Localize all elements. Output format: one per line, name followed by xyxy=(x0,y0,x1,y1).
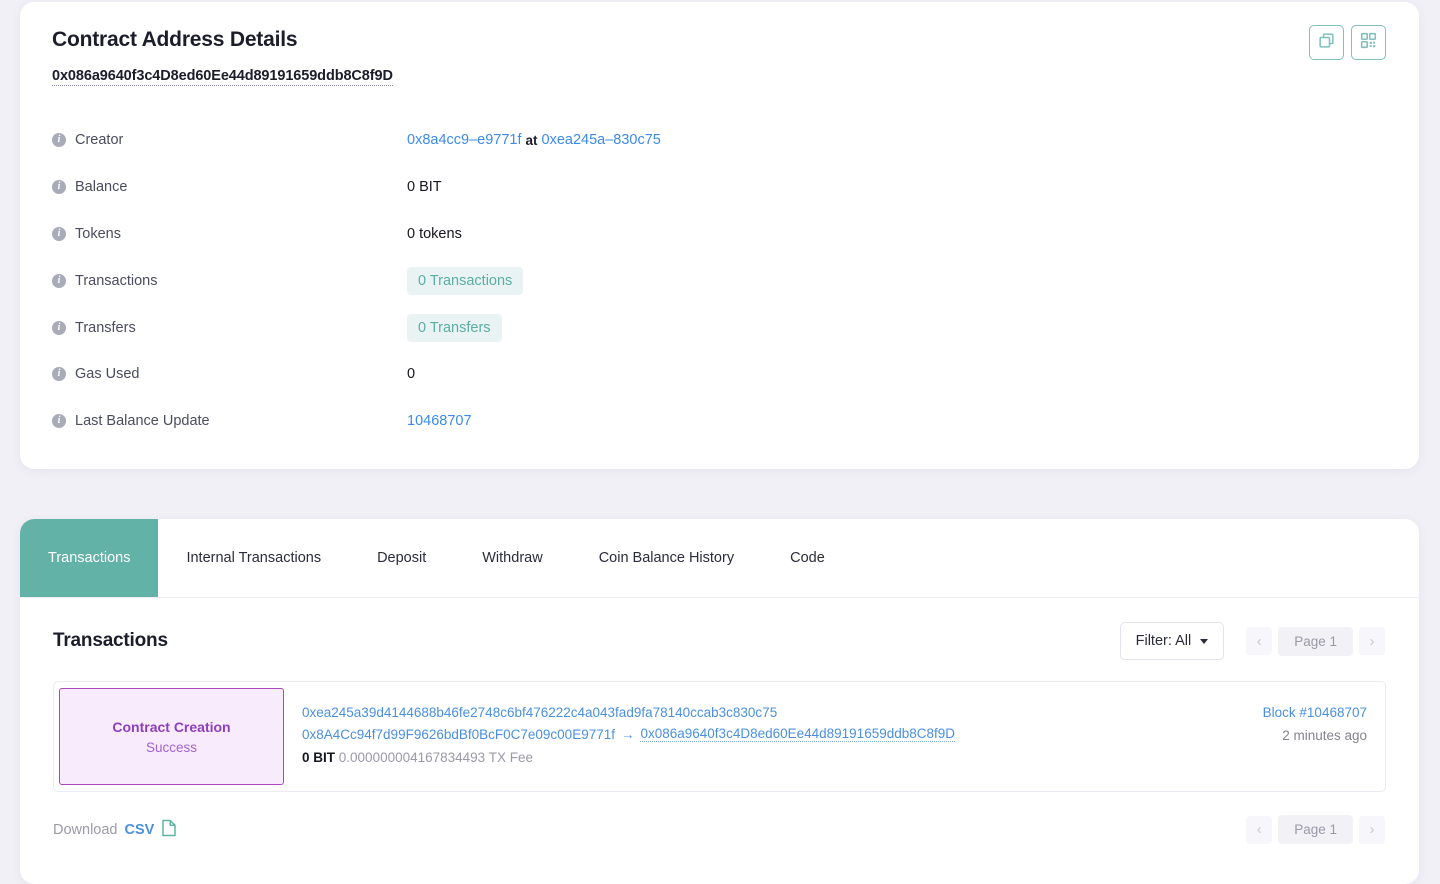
to-address-link[interactable]: 0x086a9640f3c4D8ed60Ee44d89191659ddb8C8f… xyxy=(640,726,956,742)
next-page-button-bottom[interactable]: › xyxy=(1359,815,1385,844)
info-icon: i xyxy=(52,273,66,288)
transactions-header: Transactions Filter: All ‹ Page 1 › xyxy=(20,598,1419,660)
transactions-section-title: Transactions xyxy=(53,630,168,651)
status-badge: Success xyxy=(145,739,198,755)
detail-label-text: Transactions xyxy=(75,272,158,289)
transaction-type-label: Contract Creation xyxy=(112,718,231,735)
detail-label-balance: i Balance xyxy=(52,179,407,195)
detail-row-transfers: i Transfers 0 Transfers xyxy=(52,304,1387,351)
from-address-link[interactable]: 0x8A4Cc94f7d99F9626bdBf0BcF0C7e09c00E977… xyxy=(302,727,615,742)
download-format-label: CSV xyxy=(124,821,155,838)
detail-label-text: Balance xyxy=(75,179,128,196)
detail-value-gas-used: 0 xyxy=(407,366,416,383)
transaction-meta: Block #10468707 2 minutes ago xyxy=(1200,682,1385,791)
filter-dropdown-label: Filter: All xyxy=(1135,633,1192,649)
creator-address-link[interactable]: 0x8a4cc9–e9771f xyxy=(407,132,522,148)
info-icon: i xyxy=(52,180,66,195)
block-number-link[interactable]: Block #10468707 xyxy=(1263,705,1367,720)
page-title: Contract Address Details xyxy=(52,28,298,51)
transaction-value-and-fee: 0 BIT 0.000000004167834493 TX Fee xyxy=(302,750,1200,765)
transfers-count-badge[interactable]: 0 Transfers xyxy=(407,313,502,342)
detail-row-gas-used: i Gas Used 0 xyxy=(52,351,1387,398)
detail-rows: i Creator 0x8a4cc9–e9771f at 0xea245a–83… xyxy=(52,117,1387,445)
card-action-buttons xyxy=(1309,25,1386,60)
detail-label-last-balance-update: i Last Balance Update xyxy=(52,413,407,429)
transactions-card: Transactions Internal Transactions Depos… xyxy=(20,519,1419,884)
transactions-count-badge[interactable]: 0 Transactions xyxy=(407,266,524,295)
detail-label-text: Gas Used xyxy=(75,366,140,383)
transaction-value: 0 BIT xyxy=(302,750,336,765)
transactions-footer: Download CSV ‹ Page 1 › xyxy=(20,792,1419,844)
detail-label-gas-used: i Gas Used xyxy=(52,366,407,382)
detail-label-tokens: i Tokens xyxy=(52,226,407,242)
detail-label-transactions: i Transactions xyxy=(52,273,407,289)
transaction-type-badge[interactable]: Contract Creation Success xyxy=(59,688,284,785)
qr-code-button[interactable] xyxy=(1351,25,1386,60)
contract-address-details-card: Contract Address Details 0x086a9640f3c4D… xyxy=(20,2,1419,469)
detail-value-tokens: 0 tokens xyxy=(407,225,462,242)
detail-value-transfers: 0 Transfers xyxy=(407,313,502,342)
tab-transactions[interactable]: Transactions xyxy=(20,519,159,597)
detail-label-text: Transfers xyxy=(75,319,136,336)
next-page-button[interactable]: › xyxy=(1359,627,1385,655)
file-download-icon xyxy=(161,819,177,841)
tab-withdraw[interactable]: Withdraw xyxy=(454,519,570,597)
detail-value-creator: 0x8a4cc9–e9771f at 0xea245a–830c75 xyxy=(407,132,661,148)
arrow-right-icon: → xyxy=(620,726,635,742)
contract-address-value[interactable]: 0x086a9640f3c4D8ed60Ee44d89191659ddb8C8f… xyxy=(52,68,393,86)
detail-label-text: Tokens xyxy=(75,225,121,242)
transactions-controls: Filter: All ‹ Page 1 › xyxy=(1119,622,1385,660)
prev-page-button[interactable]: ‹ xyxy=(1246,627,1273,655)
tab-coin-balance-history[interactable]: Coin Balance History xyxy=(571,519,762,597)
info-icon: i xyxy=(52,133,66,148)
prev-page-button-bottom[interactable]: ‹ xyxy=(1246,815,1273,844)
detail-row-balance: i Balance 0 BIT xyxy=(52,164,1387,211)
info-icon: i xyxy=(52,320,66,335)
transaction-fee: 0.000000004167834493 TX Fee xyxy=(338,750,533,765)
transaction-hash-link[interactable]: 0xea245a39d4144688b46fe2748c6bf476222c4a… xyxy=(302,705,1200,720)
detail-row-transactions: i Transactions 0 Transactions xyxy=(52,257,1387,304)
table-row: Contract Creation Success 0xea245a39d414… xyxy=(53,681,1386,792)
copy-icon xyxy=(1318,32,1335,54)
transaction-age: 2 minutes ago xyxy=(1282,728,1367,743)
detail-label-text: Creator xyxy=(75,132,124,149)
transaction-addresses: 0x8A4Cc94f7d99F9626bdBf0BcF0C7e09c00E977… xyxy=(302,726,1200,742)
qr-code-icon xyxy=(1360,32,1377,54)
tab-bar: Transactions Internal Transactions Depos… xyxy=(20,519,1419,598)
detail-label-text: Last Balance Update xyxy=(75,413,210,430)
last-balance-update-block-link[interactable]: 10468707 xyxy=(407,413,472,429)
current-page-label[interactable]: Page 1 xyxy=(1278,626,1353,656)
detail-label-transfers: i Transfers xyxy=(52,320,407,336)
pagination-top: ‹ Page 1 › xyxy=(1246,626,1385,656)
detail-row-tokens: i Tokens 0 tokens xyxy=(52,211,1387,258)
detail-value-last-balance-update: 10468707 xyxy=(407,413,472,429)
transaction-details: 0xea245a39d4144688b46fe2748c6bf476222c4a… xyxy=(284,682,1200,791)
filter-dropdown-button[interactable]: Filter: All xyxy=(1119,622,1225,660)
creation-tx-link[interactable]: 0xea245a–830c75 xyxy=(542,132,661,148)
info-icon: i xyxy=(52,226,66,241)
copy-address-button[interactable] xyxy=(1309,25,1344,60)
detail-value-transactions: 0 Transactions xyxy=(407,266,524,295)
info-icon: i xyxy=(52,367,66,382)
detail-label-creator: i Creator xyxy=(52,132,407,148)
tab-code[interactable]: Code xyxy=(762,519,853,597)
detail-row-creator: i Creator 0x8a4cc9–e9771f at 0xea245a–83… xyxy=(52,117,1387,164)
creator-at-word: at xyxy=(525,132,538,148)
download-csv-button[interactable]: Download CSV xyxy=(53,819,177,841)
tab-internal-transactions[interactable]: Internal Transactions xyxy=(158,519,349,597)
chevron-down-icon xyxy=(1200,638,1209,644)
info-icon: i xyxy=(52,414,66,429)
pagination-bottom: ‹ Page 1 › xyxy=(1246,815,1385,844)
detail-value-balance: 0 BIT xyxy=(407,179,442,196)
download-label: Download xyxy=(53,821,118,838)
detail-row-last-balance-update: i Last Balance Update 10468707 xyxy=(52,398,1387,445)
current-page-label-bottom[interactable]: Page 1 xyxy=(1278,815,1353,844)
tab-deposit[interactable]: Deposit xyxy=(349,519,454,597)
